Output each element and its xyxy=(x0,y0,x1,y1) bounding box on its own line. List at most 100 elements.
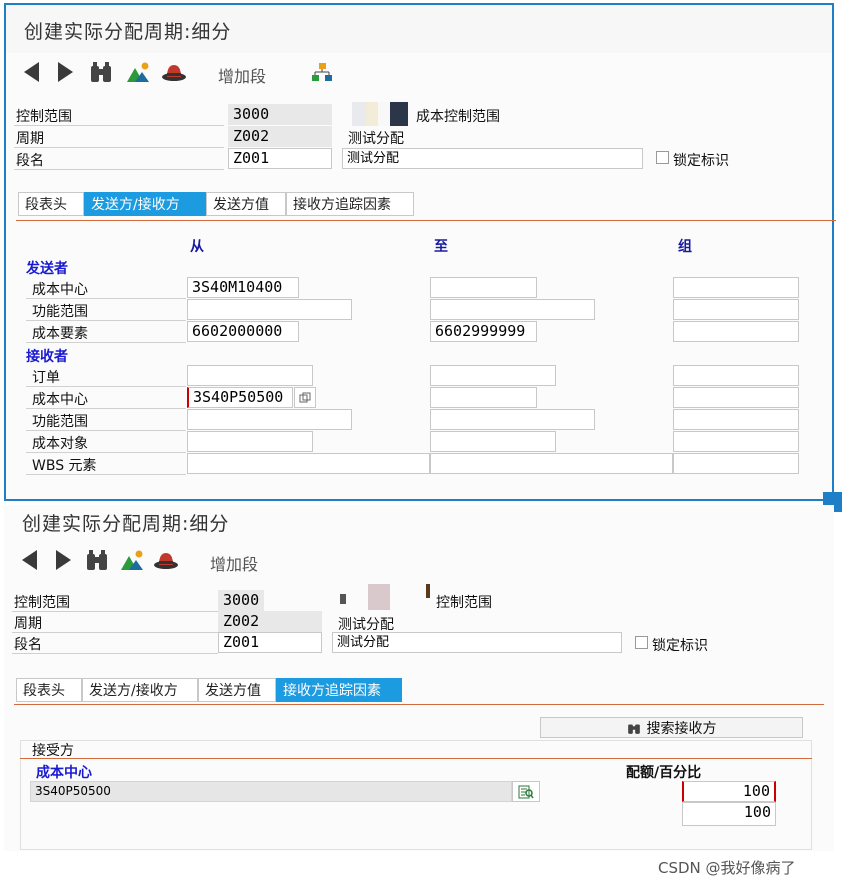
receiver-functional-area-from[interactable] xyxy=(187,409,352,430)
tab-divider xyxy=(16,220,836,221)
lock-checkbox[interactable] xyxy=(656,151,669,164)
receiver-order-label: 订单 xyxy=(32,370,60,386)
back-icon[interactable] xyxy=(18,547,40,573)
mountain-icon[interactable] xyxy=(124,59,152,85)
sender-functional-area-from[interactable] xyxy=(187,299,352,320)
tab-sender-values[interactable]: 发送方值 xyxy=(206,192,286,216)
search-help-icon[interactable] xyxy=(512,781,540,802)
receiver-wbs-to[interactable] xyxy=(430,453,673,474)
page-title-2: 创建实际分配周期:细分 xyxy=(22,513,230,535)
allocation-cycle-window-2: 创建实际分配周期:细分 增加段 控制范围 3000 控制范围 周期 Z002 测… xyxy=(4,505,834,851)
add-segment-button[interactable]: 增加段 xyxy=(210,551,258,575)
sender-cost-center-group[interactable] xyxy=(673,277,799,298)
cycle-description: 测试分配 xyxy=(348,131,404,147)
receiver-functional-area-to[interactable] xyxy=(430,409,595,430)
group-column-header: 组 xyxy=(678,239,692,255)
add-segment-button[interactable]: 增加段 xyxy=(218,63,266,87)
tab-sender-receiver[interactable]: 发送方/接收方 xyxy=(84,192,206,216)
segment-name-label: 段名 xyxy=(16,153,44,169)
controlling-area-field[interactable]: 3000 xyxy=(218,590,264,611)
receiver-cost-object-label: 成本对象 xyxy=(32,436,88,452)
tab-strip: 段表头 发送方/接收方 发送方值 接收方追踪因素 xyxy=(18,192,414,216)
hierarchy-icon[interactable] xyxy=(308,59,336,85)
receiver-group-title: 接受方 xyxy=(32,743,74,759)
tab-segment-header[interactable]: 段表头 xyxy=(18,192,84,216)
receiver-cost-center-field[interactable]: 3S40P50500 xyxy=(30,781,512,802)
receiver-cost-center-from[interactable]: 3S40P50500 xyxy=(187,387,293,408)
cycle-label: 周期 xyxy=(16,131,44,147)
controlling-area-label: 控制范围 xyxy=(14,595,70,611)
back-icon[interactable] xyxy=(20,59,42,85)
redacted-image xyxy=(340,584,432,610)
tab-strip: 段表头 发送方/接收方 发送方值 接收方追踪因素 xyxy=(16,678,402,702)
redacted-image xyxy=(352,102,414,126)
receiver-cost-center-to[interactable] xyxy=(430,387,537,408)
tab-sender-receiver[interactable]: 发送方/接收方 xyxy=(82,678,198,702)
cycle-field[interactable]: Z002 xyxy=(228,126,332,147)
binoculars-icon xyxy=(627,724,640,734)
lock-label: 锁定标识 xyxy=(673,153,729,169)
cycle-label: 周期 xyxy=(14,616,42,632)
sender-cost-center-from[interactable]: 3S40M10400 xyxy=(187,277,299,298)
receiver-cost-center-group[interactable] xyxy=(673,387,799,408)
cost-center-header: 成本中心 xyxy=(36,765,92,781)
binoculars-icon[interactable] xyxy=(84,546,110,574)
receiver-divider xyxy=(20,758,812,759)
forward-icon[interactable] xyxy=(52,547,74,573)
allocation-cycle-window-1: 创建实际分配周期:细分 增加段 控制范围 3000 成本控制范围 周期 Z002… xyxy=(4,3,836,501)
sender-cost-center-to[interactable] xyxy=(430,277,537,298)
hat-icon[interactable] xyxy=(160,59,188,85)
receiver-wbs-from[interactable] xyxy=(187,453,430,474)
sender-section-title: 发送者 xyxy=(26,261,68,277)
receiver-functional-area-group[interactable] xyxy=(673,409,799,430)
receiver-wbs-group[interactable] xyxy=(673,453,799,474)
csdn-watermark: CSDN @我好像病了 xyxy=(658,859,796,877)
sender-cost-element-label: 成本要素 xyxy=(32,326,88,342)
controlling-area-description: 成本控制范围 xyxy=(416,109,500,125)
receiver-cost-object-group[interactable] xyxy=(673,431,799,452)
value-help-icon[interactable] xyxy=(294,387,316,408)
lock-label: 锁定标识 xyxy=(652,638,708,654)
binoculars-icon[interactable] xyxy=(88,58,114,86)
receiver-order-from[interactable] xyxy=(187,365,313,386)
controlling-area-description: 控制范围 xyxy=(436,595,492,611)
tab-divider xyxy=(14,704,824,705)
sender-functional-area-group[interactable] xyxy=(673,299,799,320)
sender-cost-element-from[interactable]: 6602000000 xyxy=(187,321,299,342)
quota-field-2[interactable]: 100 xyxy=(682,802,776,826)
receiver-order-group[interactable] xyxy=(673,365,799,386)
cycle-field[interactable]: Z002 xyxy=(218,611,322,632)
mountain-icon[interactable] xyxy=(118,547,146,573)
receiver-cost-object-from[interactable] xyxy=(187,431,313,452)
from-column-header: 从 xyxy=(190,239,204,255)
receiver-functional-area-label: 功能范围 xyxy=(32,414,88,430)
quota-field-1[interactable]: 100 xyxy=(682,781,776,802)
tab-segment-header[interactable]: 段表头 xyxy=(16,678,82,702)
search-receiver-label: 搜索接收方 xyxy=(646,720,717,737)
receiver-section-title: 接收者 xyxy=(26,349,68,365)
tab-receiver-tracing[interactable]: 接收方追踪因素 xyxy=(276,678,402,702)
segment-description-field[interactable]: 测试分配 xyxy=(332,632,622,653)
receiver-cost-center-label: 成本中心 xyxy=(32,392,88,408)
sender-cost-element-group[interactable] xyxy=(673,321,799,342)
segment-name-field[interactable]: Z001 xyxy=(228,148,332,169)
controlling-area-field[interactable]: 3000 xyxy=(228,104,332,125)
quota-percentage-header: 配额/百分比 xyxy=(626,765,702,781)
hat-icon[interactable] xyxy=(152,547,180,573)
tab-receiver-tracing[interactable]: 接收方追踪因素 xyxy=(286,192,414,216)
receiver-wbs-label: WBS 元素 xyxy=(32,458,97,474)
cycle-description: 测试分配 xyxy=(338,617,394,633)
receiver-order-to[interactable] xyxy=(430,365,556,386)
sender-cost-center-label: 成本中心 xyxy=(32,282,88,298)
segment-name-label: 段名 xyxy=(14,637,42,653)
to-column-header: 至 xyxy=(434,239,448,255)
sender-functional-area-to[interactable] xyxy=(430,299,595,320)
segment-name-field[interactable]: Z001 xyxy=(218,632,322,653)
forward-icon[interactable] xyxy=(54,59,76,85)
sender-cost-element-to[interactable]: 6602999999 xyxy=(430,321,537,342)
lock-checkbox[interactable] xyxy=(635,636,648,649)
search-receiver-button[interactable]: 搜索接收方 xyxy=(540,717,803,738)
receiver-cost-object-to[interactable] xyxy=(430,431,556,452)
segment-description-field[interactable]: 测试分配 xyxy=(342,148,643,169)
tab-sender-values[interactable]: 发送方值 xyxy=(198,678,276,702)
